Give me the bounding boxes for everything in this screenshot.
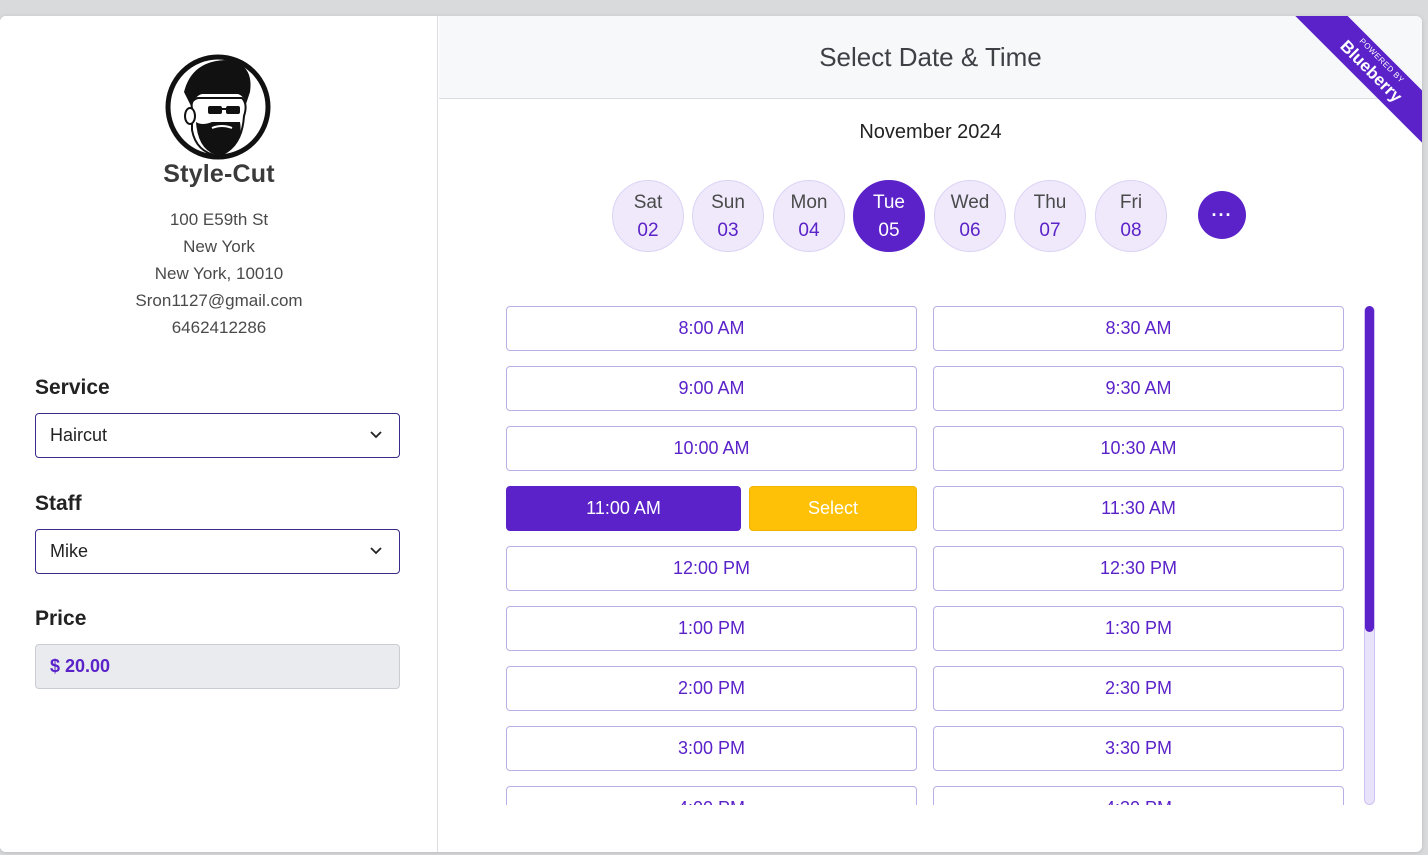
time-slot[interactable]: 9:00 AM <box>506 366 917 411</box>
day-date: 08 <box>1120 219 1142 241</box>
day-date: 03 <box>717 219 739 241</box>
time-slot-selected[interactable]: 11:00 AM <box>506 486 741 531</box>
time-slot[interactable]: 12:00 PM <box>506 546 917 591</box>
day-sun[interactable]: Sun 03 <box>692 180 764 252</box>
time-slot[interactable]: 1:00 PM <box>506 606 917 651</box>
day-name: Sat <box>633 191 663 213</box>
chevron-down-icon <box>370 431 382 439</box>
service-select-value: Haircut <box>50 425 108 445</box>
time-slot[interactable]: 2:30 PM <box>933 666 1344 711</box>
datetime-panel: Select Date & Time POWERED BY Blueberry … <box>439 16 1422 852</box>
day-wed[interactable]: Wed 06 <box>934 180 1006 252</box>
select-button[interactable]: Select <box>749 486 917 531</box>
staff-label: Staff <box>35 492 82 515</box>
time-slot[interactable]: 2:00 PM <box>506 666 917 711</box>
time-slot[interactable]: 10:00 AM <box>506 426 917 471</box>
day-name: Thu <box>1033 191 1067 213</box>
service-select[interactable]: Haircut <box>35 413 400 458</box>
time-slot[interactable]: 10:30 AM <box>933 426 1344 471</box>
day-name: Sun <box>711 191 745 213</box>
more-dates-button[interactable]: ··· <box>1198 191 1246 239</box>
address-state-zip: New York, 10010 <box>154 264 284 283</box>
business-phone: 6462412286 <box>171 318 267 337</box>
time-slot[interactable]: 8:30 AM <box>933 306 1344 351</box>
time-slot[interactable]: 9:30 AM <box>933 366 1344 411</box>
day-date: 04 <box>798 219 820 241</box>
staff-select-value: Mike <box>50 541 89 561</box>
day-sat[interactable]: Sat 02 <box>612 180 684 252</box>
day-date: 02 <box>637 219 659 241</box>
chevron-down-icon <box>370 547 382 555</box>
panel-header: Select Date & Time <box>439 16 1422 99</box>
day-name: Fri <box>1119 191 1143 213</box>
day-date: 07 <box>1039 219 1061 241</box>
barber-logo-icon <box>165 54 271 160</box>
time-slot[interactable]: 1:30 PM <box>933 606 1344 651</box>
price-label: Price <box>35 607 87 630</box>
time-slot[interactable]: 4:00 PM <box>506 786 917 805</box>
address-street: 100 E59th St <box>169 210 269 229</box>
time-slot[interactable]: 3:30 PM <box>933 726 1344 771</box>
day-date: 05 <box>878 219 900 241</box>
month-label: November 2024 <box>859 121 1002 143</box>
booking-card: Style-Cut 100 E59th St New York New York… <box>0 16 1422 852</box>
day-thu[interactable]: Thu 07 <box>1014 180 1086 252</box>
service-label: Service <box>35 376 110 399</box>
staff-select[interactable]: Mike <box>35 529 400 574</box>
day-fri[interactable]: Fri 08 <box>1095 180 1167 252</box>
time-slot[interactable]: 12:30 PM <box>933 546 1344 591</box>
page-title: Select Date & Time <box>819 41 1042 72</box>
time-slot[interactable]: 8:00 AM <box>506 306 917 351</box>
scrollbar-thumb[interactable] <box>1365 306 1374 632</box>
business-panel: Style-Cut 100 E59th St New York New York… <box>0 16 438 852</box>
time-slot[interactable]: 11:30 AM <box>933 486 1344 531</box>
price-field: $ 20.00 <box>35 644 400 689</box>
address-city: New York <box>183 237 255 256</box>
business-email: Sron1127@gmail.com <box>135 291 303 310</box>
time-slot[interactable]: 4:30 PM <box>933 786 1344 805</box>
day-date: 06 <box>959 219 981 241</box>
day-name: Wed <box>950 191 990 213</box>
time-slot[interactable]: 3:00 PM <box>506 726 917 771</box>
day-name: Tue <box>872 191 906 213</box>
day-name: Mon <box>790 191 828 213</box>
day-tue-selected[interactable]: Tue 05 <box>853 180 925 252</box>
day-mon[interactable]: Mon 04 <box>773 180 845 252</box>
time-slot-list[interactable]: 8:00 AM 9:00 AM 10:00 AM 11:00 AM Select… <box>506 306 1344 805</box>
price-value: $ 20.00 <box>50 656 111 676</box>
business-name: Style-Cut <box>163 160 275 188</box>
